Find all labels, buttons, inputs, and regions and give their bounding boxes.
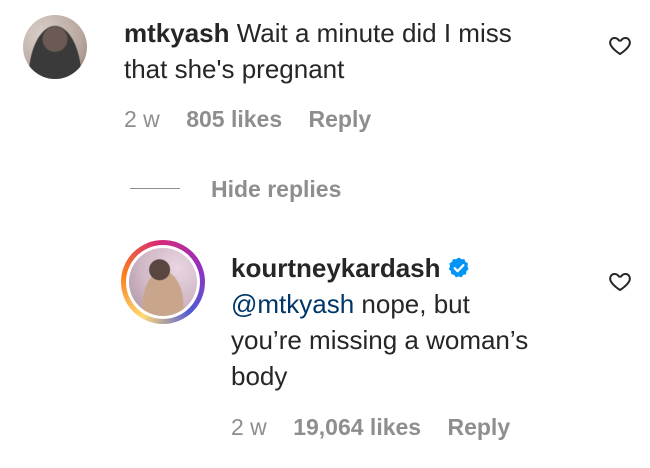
reply-text-line-1: @mtkyash nope, but	[231, 287, 470, 322]
verified-badge-icon	[448, 257, 469, 278]
reply-username[interactable]: kourtneykardash	[231, 253, 441, 283]
comment-timestamp[interactable]: 2 w	[124, 106, 160, 132]
reply-button[interactable]: Reply	[309, 106, 372, 132]
comment-text-line-1: mtkyash Wait a minute did I miss	[124, 16, 512, 51]
comment-meta: 2 w 805 likes Reply	[124, 106, 391, 133]
reply-text-line-2: you’re missing a woman’s	[231, 325, 529, 355]
reply-likes-count[interactable]: 19,064 likes	[293, 414, 421, 440]
hide-replies-button[interactable]: Hide replies	[211, 176, 341, 203]
reply-text-line-3: body	[231, 361, 288, 391]
reply-body-start: nope, but	[354, 289, 470, 319]
reply-meta: 2 w 19,064 likes Reply	[231, 414, 530, 441]
thread-divider-line	[130, 188, 180, 189]
comment-username[interactable]: mtkyash	[124, 18, 230, 48]
comment-body-start: Wait a minute did I miss	[236, 18, 512, 48]
commenter-avatar[interactable]	[23, 15, 87, 79]
reply-timestamp[interactable]: 2 w	[231, 414, 267, 440]
comment-likes-count[interactable]: 805 likes	[186, 106, 282, 132]
reply-avatar[interactable]	[129, 248, 197, 316]
reply-button[interactable]: Reply	[447, 414, 510, 440]
heart-outline-icon[interactable]	[608, 33, 632, 57]
mention-link[interactable]: @mtkyash	[231, 289, 354, 319]
heart-outline-icon[interactable]	[608, 269, 632, 293]
comment-text-line-2: that she's pregnant	[124, 54, 345, 84]
reply-header: kourtneykardash	[231, 251, 471, 286]
